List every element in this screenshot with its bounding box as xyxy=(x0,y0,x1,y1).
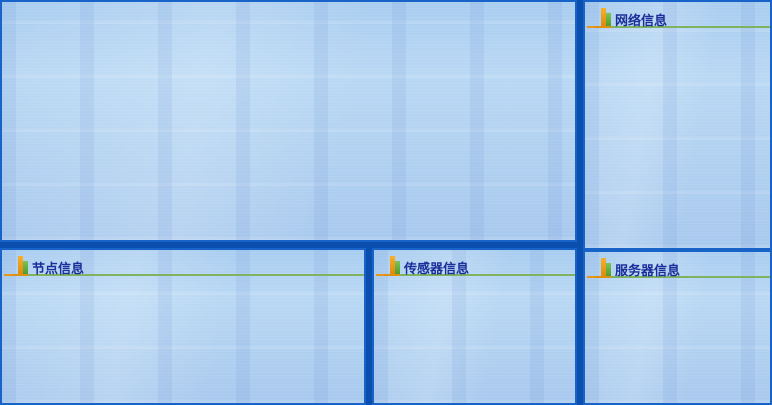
bar-chart-icon xyxy=(12,256,28,276)
network-info-title: 网络信息 xyxy=(615,14,668,29)
bar-chart-icon xyxy=(384,256,400,276)
sensor-info-panel: 传感器信息 xyxy=(372,248,577,405)
sensor-info-header: 传感器信息 xyxy=(376,256,575,278)
bar-chart-icon xyxy=(595,8,611,28)
server-info-title: 服务器信息 xyxy=(615,264,681,279)
network-info-panel: 网络信息 xyxy=(583,0,772,250)
node-info-panel: 节点信息 xyxy=(0,248,366,405)
node-info-title: 节点信息 xyxy=(32,262,85,277)
network-info-header: 网络信息 xyxy=(587,8,770,30)
sensor-info-title: 传感器信息 xyxy=(404,262,470,277)
main-display-panel xyxy=(0,0,577,242)
server-info-panel: 服务器信息 xyxy=(583,250,772,405)
server-info-header: 服务器信息 xyxy=(587,258,770,280)
dashboard-layout: 网络信息 服务器信息 节点信息 传感器信息 xyxy=(0,0,772,405)
node-info-header: 节点信息 xyxy=(4,256,364,278)
bar-chart-icon xyxy=(595,258,611,278)
